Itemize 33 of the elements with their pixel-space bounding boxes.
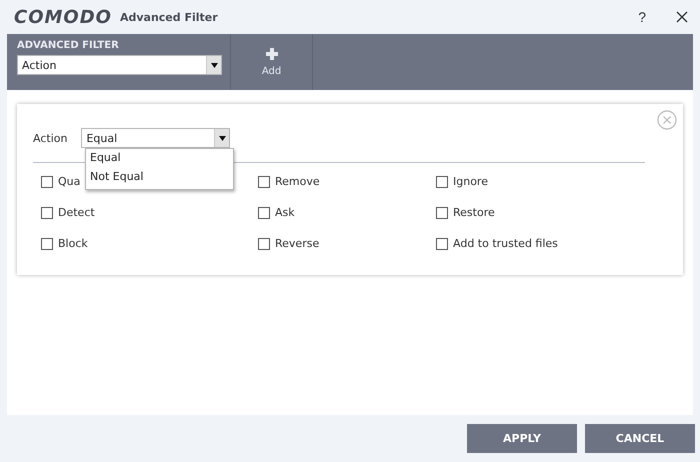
checkbox[interactable]	[436, 176, 448, 188]
checkbox[interactable]	[258, 238, 270, 250]
checkbox-label: Ignore	[453, 175, 488, 188]
checkbox-label: Add to trusted files	[453, 237, 558, 250]
checkbox[interactable]	[41, 206, 53, 218]
checkbox[interactable]	[258, 176, 270, 188]
checkbox[interactable]	[258, 206, 270, 218]
checkbox[interactable]	[436, 238, 448, 250]
plus-icon	[266, 48, 278, 60]
checkbox-label: Remove	[275, 175, 320, 188]
condition-label: Action	[33, 132, 68, 144]
checkbox-label: Block	[58, 237, 88, 250]
help-button[interactable]: ?	[638, 9, 646, 25]
checkbox-label: Reverse	[275, 237, 320, 250]
dropdown-option[interactable]: Not Equal	[86, 169, 233, 188]
logo: COMODO	[14, 6, 112, 28]
checkbox[interactable]	[41, 238, 53, 250]
checkbox-label: Restore	[453, 206, 495, 219]
dropdown-arrow-icon	[210, 62, 218, 68]
apply-button[interactable]: APPLY	[467, 424, 577, 453]
checkbox[interactable]	[436, 206, 448, 218]
close-button[interactable]	[676, 11, 688, 23]
checkbox-label: Qua	[58, 175, 80, 188]
condition-select[interactable]: Equal	[81, 128, 230, 148]
window-title: Advanced Filter	[120, 10, 218, 24]
filter-select[interactable]: Action	[17, 55, 222, 75]
dropdown-option[interactable]: Equal	[86, 150, 233, 169]
toolbar-heading: ADVANCED FILTER	[17, 40, 120, 51]
cancel-button[interactable]: CANCEL	[585, 424, 695, 453]
checkbox-label: Detect	[58, 206, 95, 219]
checkbox[interactable]	[41, 176, 53, 188]
checkbox-label: Ask	[275, 206, 295, 219]
dropdown-arrow-icon	[218, 136, 226, 140]
